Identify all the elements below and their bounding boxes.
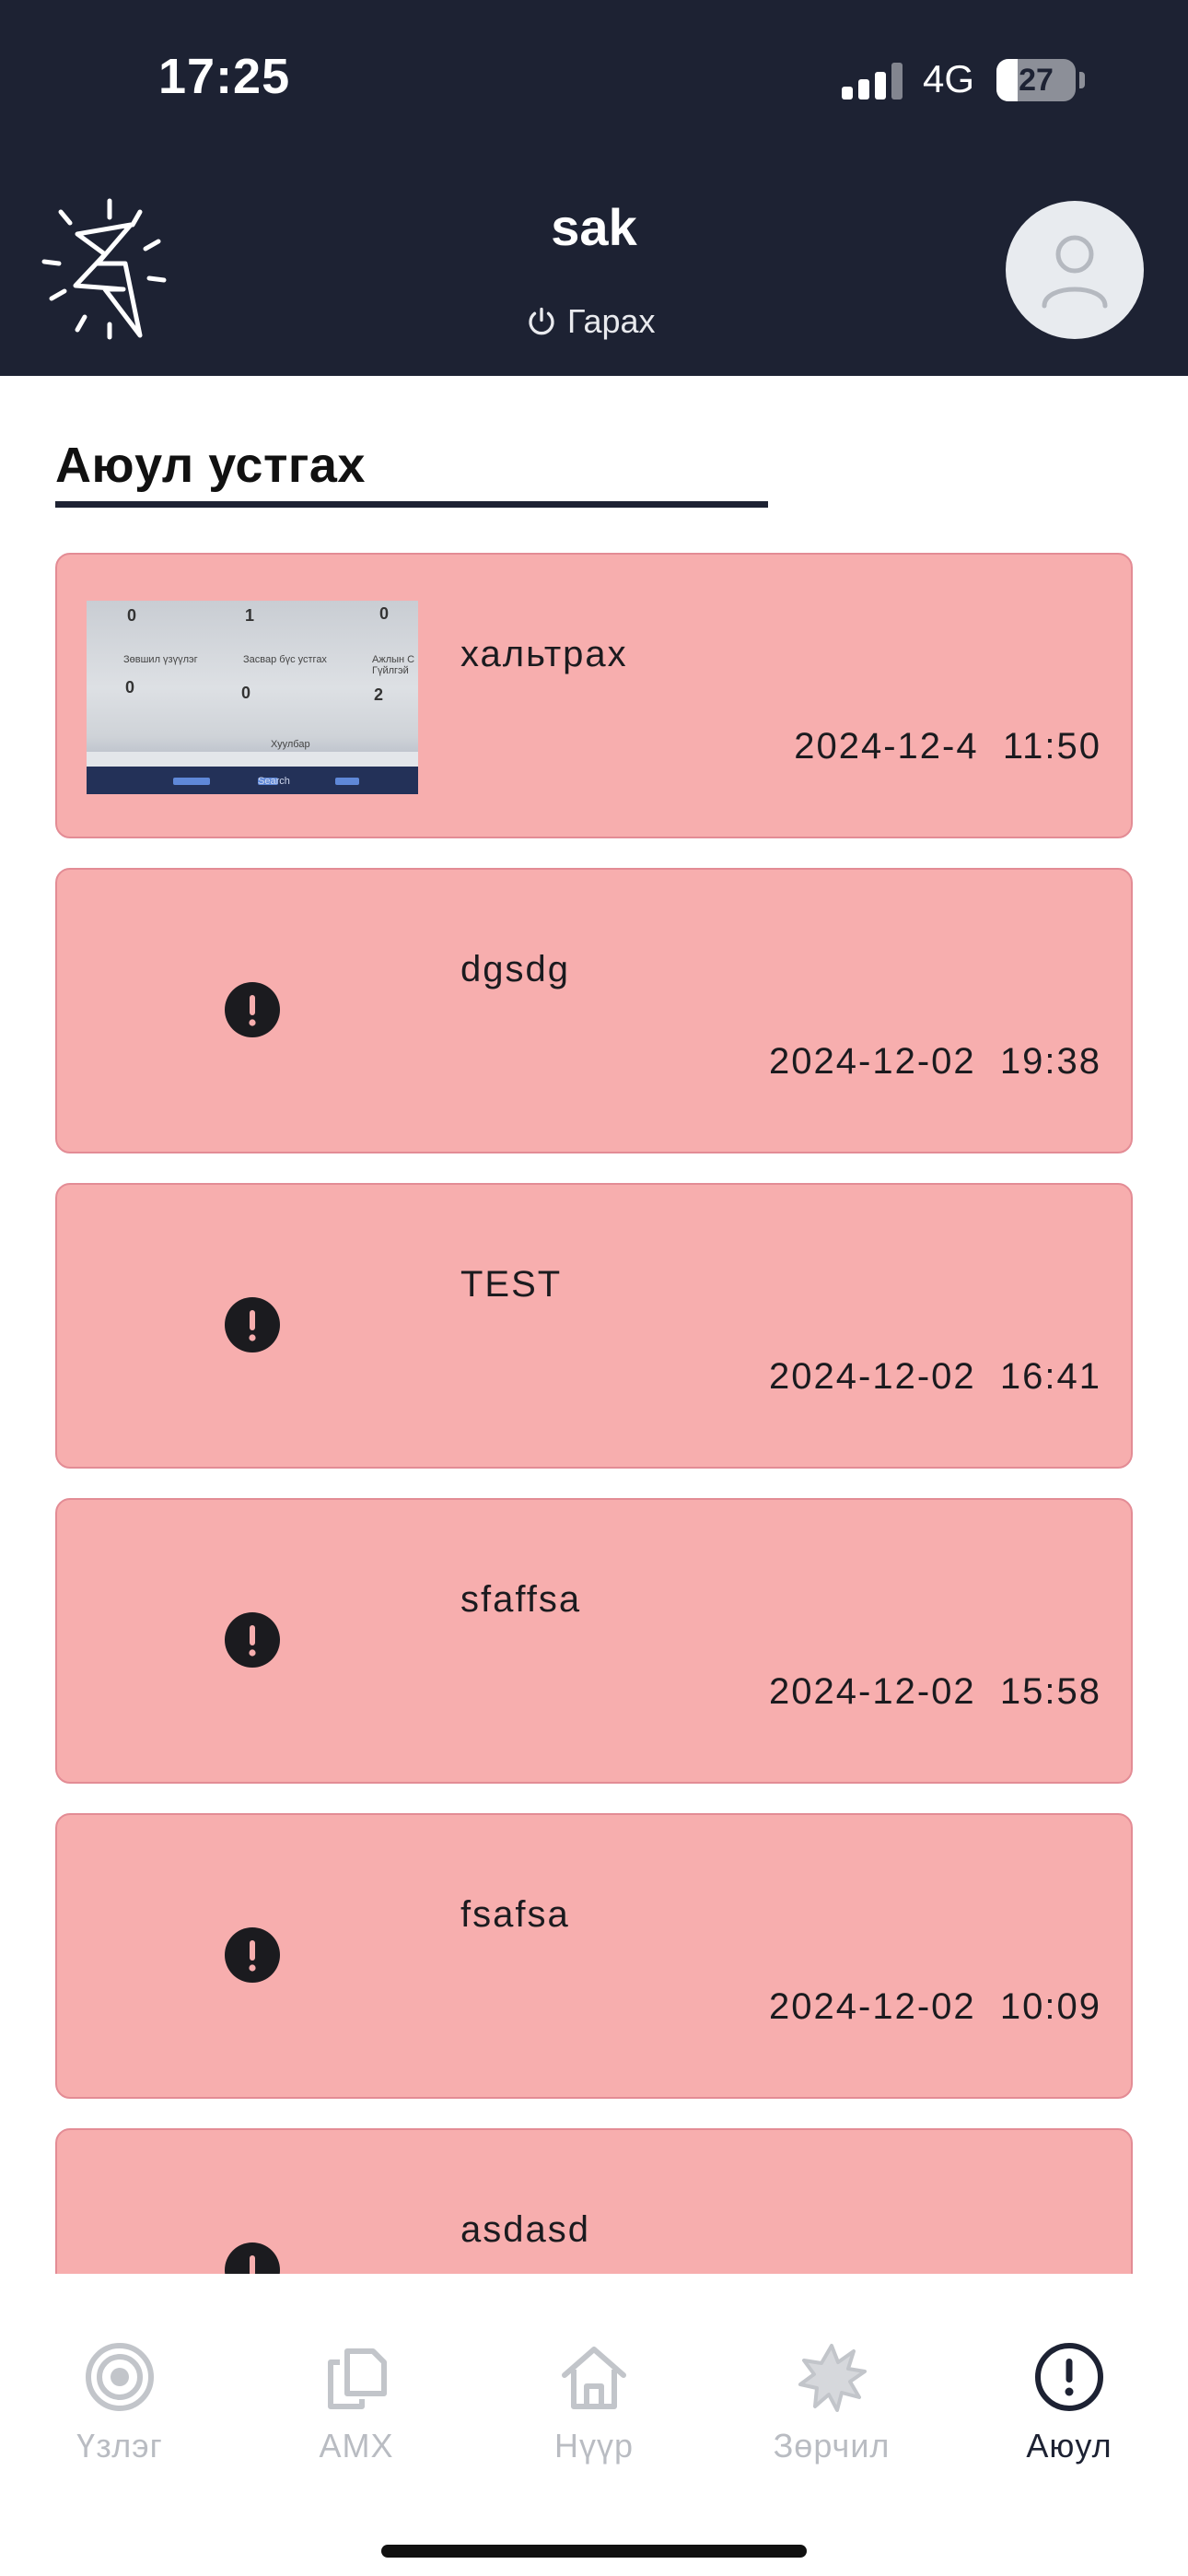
thumb-text: 1 xyxy=(245,606,255,625)
thumb-taskbar-icon xyxy=(335,778,359,785)
battery-icon: 27 xyxy=(996,59,1076,101)
avatar[interactable] xyxy=(1006,201,1144,339)
alert-icon xyxy=(225,2242,280,2274)
alert-circle-icon xyxy=(1035,2343,1103,2411)
card-datetime: 2024-12-02 10:09 xyxy=(769,1986,1101,2028)
nav-label: Зөрчил xyxy=(773,2427,891,2465)
alert-icon xyxy=(225,1927,280,1983)
list-item[interactable]: sfaffsa 2024-12-02 15:58 xyxy=(55,1498,1133,1784)
nav-item-home[interactable]: Нүүр xyxy=(502,2340,686,2478)
alert-icon xyxy=(225,982,280,1037)
list-item[interactable]: asdasd xyxy=(55,2128,1133,2274)
thumb-text: 0 xyxy=(241,684,251,702)
thumb-text: 2 xyxy=(374,685,384,704)
card-datetime: 2024-12-02 16:41 xyxy=(769,1356,1101,1398)
logout-label: Гарах xyxy=(567,302,656,340)
list-item[interactable]: TEST 2024-12-02 16:41 xyxy=(55,1183,1133,1469)
card-title: asdasd xyxy=(460,2209,590,2250)
nav-label: Нүүр xyxy=(553,2427,635,2465)
thumb-text: Засвар бүс устгах xyxy=(243,654,327,665)
nav-item-amh[interactable]: АМХ xyxy=(264,2340,448,2478)
alert-icon xyxy=(225,1297,280,1352)
card-datetime: 2024-12-02 19:38 xyxy=(769,1041,1101,1083)
list-item[interactable]: fsafsa 2024-12-02 10:09 xyxy=(55,1813,1133,2099)
nav-item-violation[interactable]: Зөрчил xyxy=(740,2340,924,2478)
card-title: dgsdg xyxy=(460,949,570,989)
list-item[interactable]: dgsdg 2024-12-02 19:38 xyxy=(55,868,1133,1153)
card-date: 2024-12-02 xyxy=(769,1041,976,1082)
power-icon xyxy=(529,307,554,335)
app-header: 17:25 4G 27 sak Гарах xyxy=(0,0,1188,376)
home-icon xyxy=(562,2347,626,2409)
card-date: 2024-12-4 xyxy=(794,726,979,767)
thumb-taskbar xyxy=(87,767,418,794)
battery-level: 27 xyxy=(1019,63,1054,98)
thumb-text: 0 xyxy=(127,606,137,625)
card-title: хальтрах xyxy=(460,634,628,674)
status-time: 17:25 xyxy=(158,49,291,104)
card-date: 2024-12-02 xyxy=(769,1356,976,1397)
card-time: 16:41 xyxy=(999,1356,1101,1397)
photo-thumbnail: 0 1 0 Зөвшил үзүүлэг Засвар бүс устгах А… xyxy=(87,601,418,794)
page-title: Аюул устгах xyxy=(55,438,366,493)
battery-tip xyxy=(1079,72,1085,88)
thumb-screen-strip xyxy=(87,752,418,767)
thumb-text: Ажлын С Гүйлгэй xyxy=(372,654,415,676)
card-date: 2024-12-02 xyxy=(769,1986,976,2027)
nav-label: Үзлэг xyxy=(76,2427,163,2465)
alert-icon xyxy=(225,1612,280,1668)
nav-label: АМХ xyxy=(319,2427,394,2465)
logout-button[interactable]: Гарах xyxy=(525,300,656,343)
nav-item-hazard[interactable]: Аюул xyxy=(977,2340,1161,2478)
thumb-taskbar-icon xyxy=(173,778,210,785)
thumb-text: 0 xyxy=(125,678,135,697)
card-date: 2024-12-02 xyxy=(769,1671,976,1712)
card-title: fsafsa xyxy=(460,1894,570,1935)
thumb-text: Search xyxy=(258,776,290,787)
bottom-nav: Үзлэг АМХ Нүүр Зөрчил Аюул xyxy=(0,2322,1188,2576)
title-underline xyxy=(55,501,768,508)
card-title: sfaffsa xyxy=(460,1579,582,1620)
copy-icon xyxy=(328,2348,387,2409)
home-indicator[interactable] xyxy=(381,2545,807,2558)
card-time: 19:38 xyxy=(999,1041,1101,1082)
user-icon xyxy=(1042,235,1108,309)
network-label: 4G xyxy=(923,57,975,100)
card-time: 15:58 xyxy=(999,1671,1101,1712)
card-title: TEST xyxy=(460,1264,563,1305)
card-datetime: 2024-12-02 15:58 xyxy=(769,1671,1101,1713)
card-time: 11:50 xyxy=(1002,726,1101,767)
burst-icon xyxy=(798,2344,867,2412)
thumb-text: Хуулбар xyxy=(271,739,310,750)
target-icon xyxy=(86,2343,154,2411)
card-datetime: 2024-12-4 11:50 xyxy=(794,726,1101,767)
nav-item-inspection[interactable]: Үзлэг xyxy=(28,2340,212,2478)
signal-icon xyxy=(842,61,906,100)
hazard-list[interactable]: 0 1 0 Зөвшил үзүүлэг Засвар бүс устгах А… xyxy=(55,553,1133,2274)
nav-label: Аюул xyxy=(1026,2427,1112,2465)
card-time: 10:09 xyxy=(999,1986,1101,2027)
thumb-text: 0 xyxy=(379,604,390,623)
list-item[interactable]: 0 1 0 Зөвшил үзүүлэг Засвар бүс устгах А… xyxy=(55,553,1133,838)
thumb-text: Зөвшил үзүүлэг xyxy=(123,654,198,665)
